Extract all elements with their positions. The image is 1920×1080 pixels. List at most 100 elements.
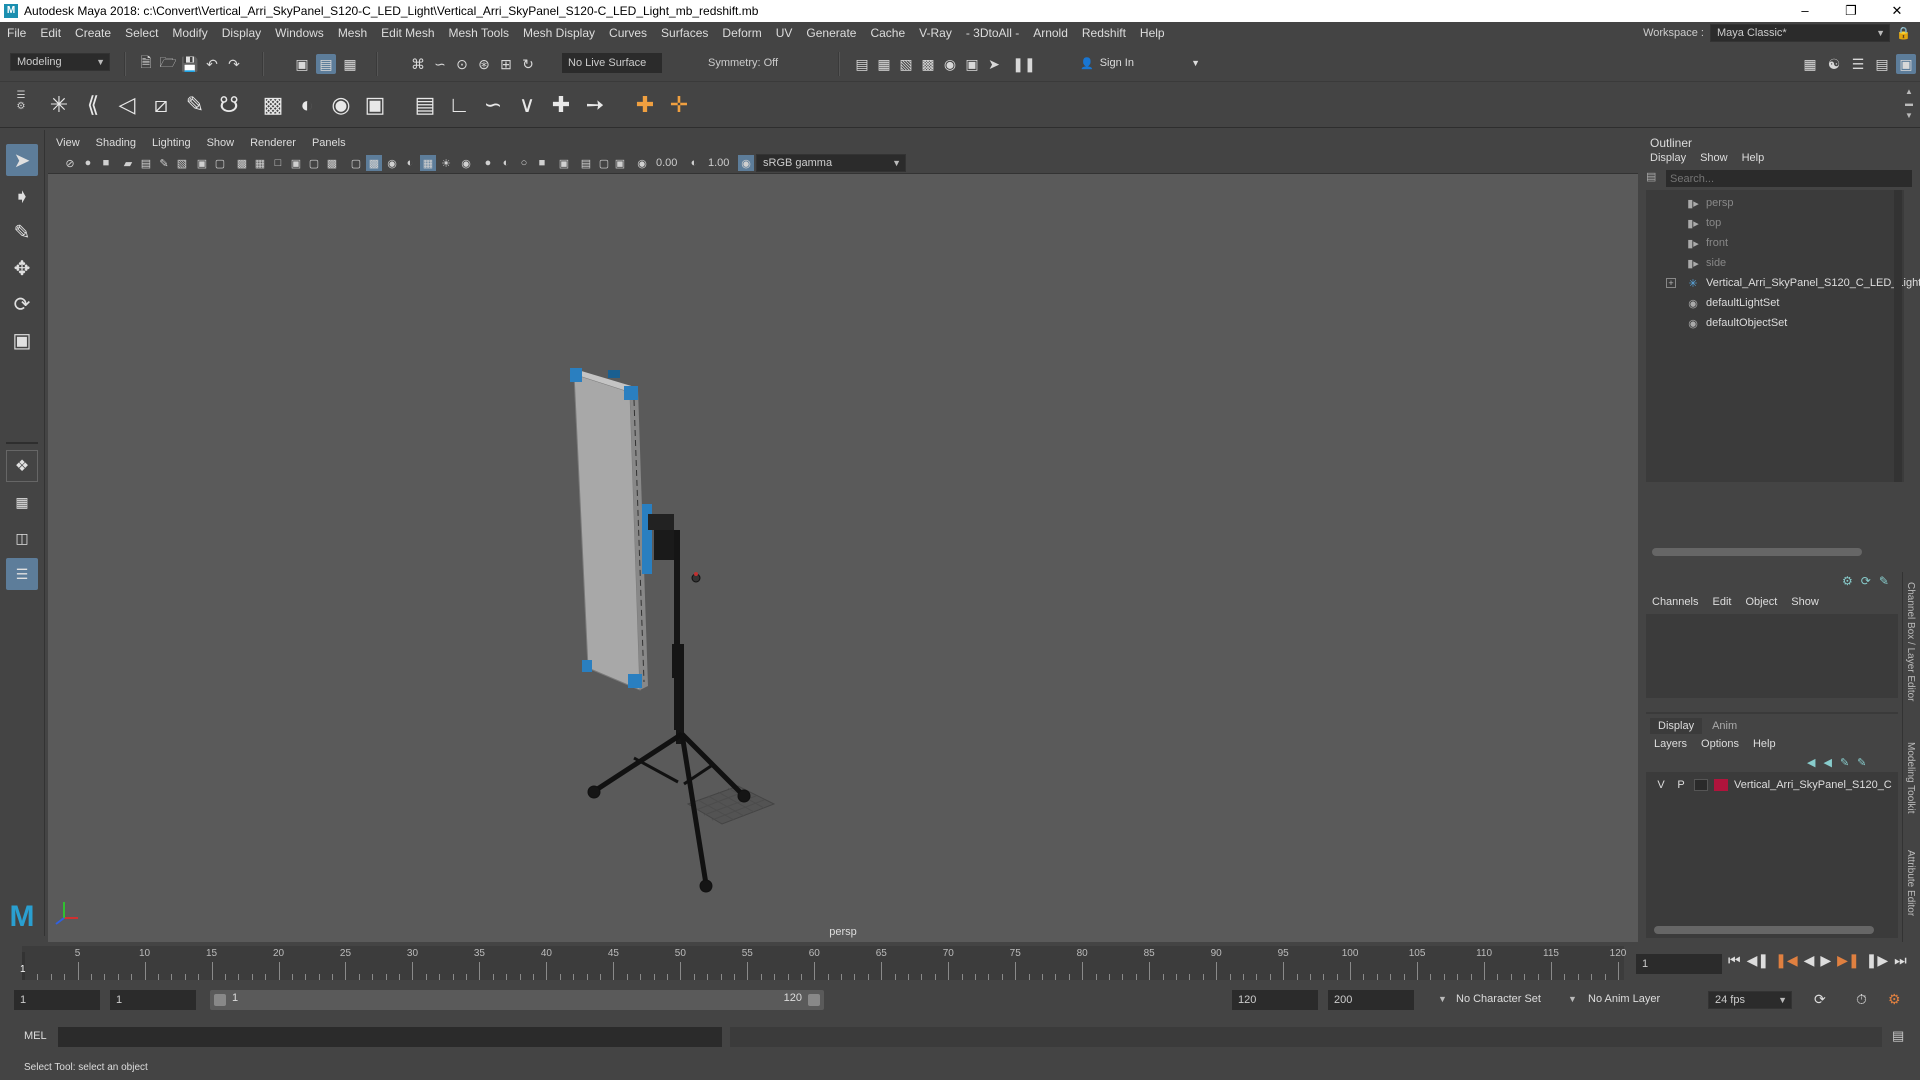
nurbs-sphere-icon[interactable]: ✳ (44, 90, 74, 120)
outliner-item-skypanel-group[interactable]: ✳ Vertical_Arri_SkyPanel_S120_C_LED_Light (1686, 274, 1920, 292)
extrude-icon[interactable]: ▤ (410, 90, 440, 120)
joint-tool-icon[interactable]: ☋ (214, 90, 244, 120)
new-layer-icon[interactable]: ✎ (1840, 756, 1849, 769)
snap-view-icon[interactable]: ⊛ (474, 54, 494, 74)
snap-curve-icon[interactable]: ∽ (430, 54, 450, 74)
layer-visibility-toggle[interactable]: V (1654, 779, 1668, 791)
safe-action-icon[interactable]: □ (270, 155, 286, 171)
side-tab-channel-box[interactable]: Channel Box / Layer Editor (1905, 582, 1916, 702)
live-surface-field[interactable]: No Live Surface (562, 53, 662, 73)
open-scene-icon[interactable]: 🗁 (158, 54, 178, 74)
vp-menu-panels[interactable]: Panels (304, 137, 354, 149)
outliner-item-default-object-set[interactable]: ◉ defaultObjectSet (1686, 314, 1787, 332)
color-management-icon[interactable]: ◉ (738, 155, 754, 171)
shelf-menu-icon[interactable]: ☰ ⚙ (14, 90, 28, 120)
multi-cut-icon[interactable]: ✚ (546, 90, 576, 120)
motion-blur-icon[interactable]: ◐ (498, 155, 514, 171)
vp-menu-view[interactable]: View (48, 137, 88, 149)
2d-pan-zoom-icon[interactable]: ▤ (138, 155, 154, 171)
outliner-layout-icon[interactable]: ☰ (6, 558, 38, 590)
workspace-dropdown[interactable]: Maya Classic* ▼ (1710, 24, 1890, 42)
menu-edit-mesh[interactable]: Edit Mesh (374, 26, 441, 40)
menu-mesh[interactable]: Mesh (331, 26, 374, 40)
scene-end-field[interactable]: 200 (1328, 990, 1414, 1010)
tab-display[interactable]: Display (1650, 718, 1703, 734)
shadows-icon[interactable]: ▦ (420, 155, 436, 171)
move-layer-up-icon[interactable]: ◀ (1807, 756, 1815, 769)
layer-type-toggle[interactable] (1694, 779, 1708, 791)
outliner-menu-show[interactable]: Show (1700, 152, 1728, 164)
rotate-tool-icon[interactable]: ⟳ (6, 288, 38, 320)
outliner-item-front[interactable]: ▮▸ front (1686, 234, 1728, 252)
scene-start-field[interactable]: 1 (14, 990, 100, 1010)
render-setup-icon[interactable]: ➤ (984, 54, 1004, 74)
toggle-tool-settings-icon[interactable]: ☰ (1848, 54, 1868, 74)
character-set-dropdown[interactable]: No Character Set (1456, 993, 1541, 1005)
menu-surfaces[interactable]: Surfaces (654, 26, 715, 40)
xray-active-icon[interactable]: ▤ (578, 155, 594, 171)
ipr-render-icon[interactable]: ▧ (896, 54, 916, 74)
playback-end-field[interactable]: 120 (1232, 990, 1318, 1010)
wireframe-icon[interactable]: ▢ (306, 155, 322, 171)
save-scene-icon[interactable]: 💾 (180, 54, 200, 74)
redo-icon[interactable]: ↷ (224, 54, 244, 74)
play-forward-icon[interactable]: ▶ (1820, 952, 1831, 969)
toggle-attribute-editor-icon[interactable]: ☯ (1824, 54, 1844, 74)
toggle-modeling-toolkit-icon[interactable]: ▦ (1800, 54, 1820, 74)
vp-menu-lighting[interactable]: Lighting (144, 137, 199, 149)
filter-icon[interactable]: ▤ (1646, 170, 1664, 186)
undo-icon[interactable]: ↶ (202, 54, 222, 74)
side-tab-attribute-editor[interactable]: Attribute Editor (1905, 850, 1916, 916)
poly-cylinder-icon[interactable]: ◉ (326, 90, 356, 120)
time-slider[interactable]: 1 5 10 15 20 25 30 35 40 45 50 55 60 65 70 75 80 85 90 95 1… (20, 946, 1626, 980)
outliner-search-input[interactable] (1666, 170, 1912, 187)
play-backward-icon[interactable]: ◀ (1804, 952, 1815, 969)
channel-box-key-icon[interactable]: ⚙ (1842, 574, 1853, 588)
outliner-item-default-light-set[interactable]: ◉ defaultLightSet (1686, 294, 1779, 312)
loop-icon[interactable]: ⟳ (1814, 991, 1826, 1008)
gamma-field[interactable]: 1.00 (702, 154, 736, 172)
layer-menu-layers[interactable]: Layers (1654, 738, 1687, 750)
camera-attributes-icon[interactable]: ⊘ (62, 155, 78, 171)
grease-pencil-icon[interactable]: ✎ (156, 155, 172, 171)
menu-select[interactable]: Select (118, 26, 165, 40)
fps-dropdown[interactable]: 24 fps ▼ (1708, 991, 1792, 1009)
channel-menu-object[interactable]: Object (1745, 596, 1777, 608)
render-settings-icon[interactable]: ▩ (918, 54, 938, 74)
menu-deform[interactable]: Deform (715, 26, 768, 40)
outliner-menu-help[interactable]: Help (1742, 152, 1765, 164)
select-component-icon[interactable]: ▦ (340, 54, 360, 74)
textured-icon[interactable]: ◉ (384, 155, 400, 171)
script-editor-icon[interactable]: ▤ (1892, 1028, 1904, 1044)
menu-file[interactable]: File (0, 26, 33, 40)
xray-joints-icon[interactable]: ▣ (556, 155, 572, 171)
poly-cube-icon[interactable]: ▩ (258, 90, 288, 120)
pause-icon[interactable]: ❚❚ (1012, 54, 1035, 74)
expand-icon[interactable]: + (1666, 278, 1676, 288)
poly-plane-icon[interactable]: ▣ (360, 90, 390, 120)
menu-windows[interactable]: Windows (268, 26, 331, 40)
vp-menu-shading[interactable]: Shading (88, 137, 144, 149)
select-tool-icon[interactable]: ➤ (6, 144, 38, 176)
layer-menu-options[interactable]: Options (1701, 738, 1739, 750)
snap-grid-icon[interactable]: ⌘ (408, 54, 428, 74)
chevron-down-icon[interactable]: ▼ (1568, 994, 1577, 1004)
bridge-icon[interactable]: ∽ (478, 90, 508, 120)
close-button[interactable]: ✕ (1874, 0, 1920, 22)
isolate-select-icon[interactable]: ◉ (458, 155, 474, 171)
anim-layer-dropdown[interactable]: No Anim Layer (1588, 993, 1660, 1005)
ambient-occlusion-icon[interactable]: ● (480, 155, 496, 171)
merge-icon[interactable]: ∨ (512, 90, 542, 120)
sign-in-button[interactable]: 👤 Sign In ▼ (1080, 53, 1200, 73)
menu-generate[interactable]: Generate (799, 26, 863, 40)
layer-color-swatch[interactable] (1714, 779, 1728, 791)
lasso-tool-icon[interactable]: ➧ (6, 180, 38, 212)
tab-anim[interactable]: Anim (1704, 718, 1745, 734)
range-slider[interactable]: 1 120 (210, 990, 824, 1010)
shelf-scroll-icon[interactable]: ▲ ▬ ▼ (1904, 86, 1914, 124)
use-all-lights-icon[interactable]: ◐ (402, 155, 418, 171)
render-view-icon[interactable]: ▣ (962, 54, 982, 74)
camera-lock-icon[interactable]: ● (80, 155, 96, 171)
menu-create[interactable]: Create (68, 26, 118, 40)
menu-mesh-tools[interactable]: Mesh Tools (442, 26, 516, 40)
